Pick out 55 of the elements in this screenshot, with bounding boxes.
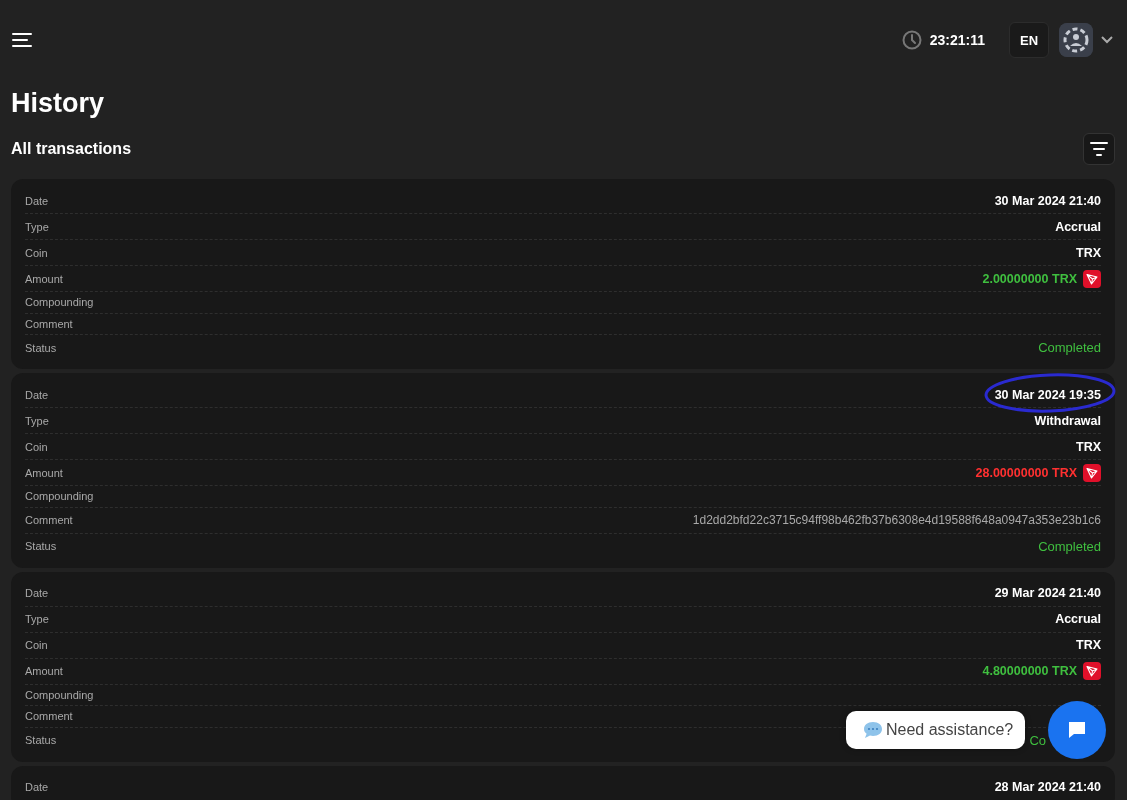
field-label: Type [25,414,49,427]
amount-value: 28.00000000 TRX [975,465,1077,480]
chat-icon [1066,719,1088,741]
chat-bubble-icon [862,720,884,740]
date-value: 30 Mar 2024 21:40 [994,193,1101,208]
field-label: Amount [25,466,63,479]
coin-icon [1083,662,1101,680]
field-label: Compounding [25,296,94,309]
field-value: TRX [1076,245,1101,260]
field-label: Coin [25,440,48,453]
field-value: TRX [1076,638,1101,652]
comment-value: 1d2dd2bfd22c3715c94ff98b462fb37b6308e4d19588f648a0947a353e23b1c6 [692,513,1101,527]
status-value: Completed [1038,538,1101,554]
field-value: TRX [1076,439,1101,454]
date-value: 30 Mar 2024 19:35 [994,387,1101,402]
field-label: Date [25,587,49,599]
field-label: Comment [25,514,73,526]
chat-prompt[interactable]: Need assistance? [846,711,1026,749]
field-label: Type [25,220,49,233]
clock-icon [901,30,922,50]
filter-button[interactable] [1083,133,1115,165]
field-label: Amount [25,665,63,677]
field-value: Withdrawal [1034,413,1101,428]
field-label: Date [25,194,49,207]
coin-icon [1083,269,1101,288]
field-label: Compounding [25,490,94,503]
menu-icon[interactable] [12,32,32,48]
filter-icon [1090,142,1108,156]
status-value: Co [1029,732,1046,748]
field-label: Coin [25,639,48,651]
field-label: Status [25,540,57,552]
amount-value: 2.00000000 TRX [982,271,1077,286]
field-label: Date [25,781,49,793]
field-label: Date [25,388,49,401]
field-label: Coin [25,246,48,259]
page-title: History [11,88,106,119]
date-value: 28 Mar 2024 21:40 [994,780,1101,794]
section-title: All transactions [11,140,132,158]
coin-icon [1083,463,1101,482]
field-value: Accrual [1055,219,1101,234]
field-value: Accrual [1055,612,1101,626]
field-label: Status [25,734,57,746]
field-label: Compounding [25,688,94,701]
caret-icon[interactable] [1101,36,1113,44]
status-value: Completed [1038,340,1101,355]
date-value: 29 Mar 2024 21:40 [994,586,1101,600]
field-label: Type [25,613,49,625]
field-label: Comment [25,317,73,330]
field-label: Amount [25,272,63,285]
field-label: Comment [25,710,73,723]
amount-value: 4.80000000 TRX [982,664,1077,678]
language-button[interactable]: EN [1009,22,1049,58]
chat-prompt-text: Need assistance? [886,721,1014,739]
field-label: Status [25,341,57,354]
clock-time: 23:21:11 [929,32,985,48]
